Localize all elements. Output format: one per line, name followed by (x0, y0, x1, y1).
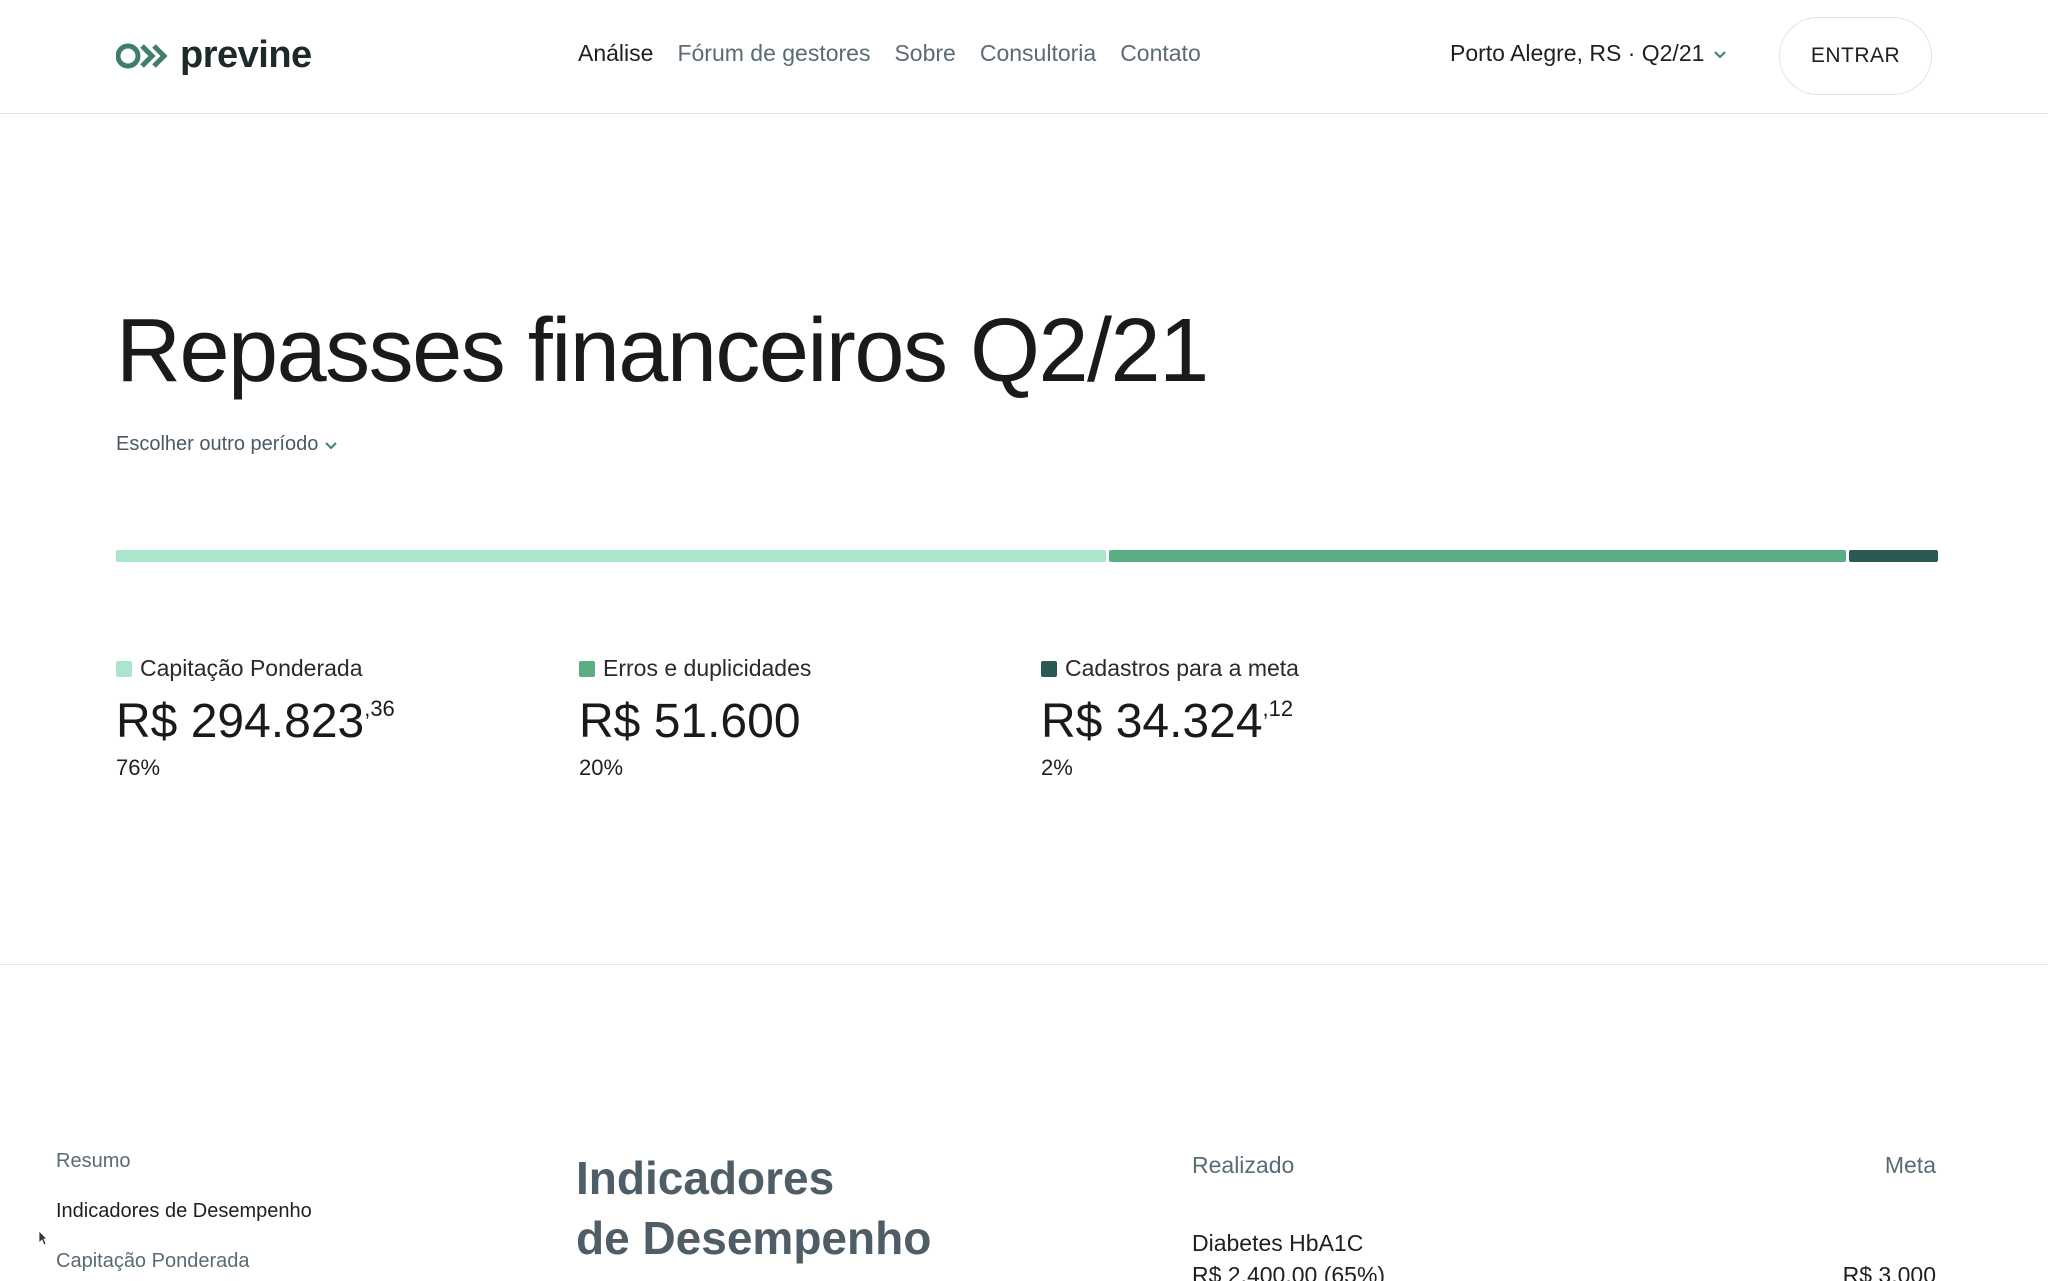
logo-icon (116, 43, 168, 68)
section-divider (0, 964, 2048, 965)
mouse-cursor-icon (38, 1230, 48, 1246)
stat-cents: ,36 (364, 696, 395, 721)
progress-segment-capitacao (116, 550, 1106, 562)
nav-contato[interactable]: Contato (1120, 40, 1201, 67)
sidenav-item-capitacao[interactable]: Capitação Ponderada (56, 1250, 312, 1273)
page-title: Repasses financeiros Q2/21 (116, 301, 1209, 401)
stat-capitacao: Capitação Ponderada R$ 294.823,36 76% (116, 655, 556, 781)
nav-forum-de-gestores[interactable]: Fórum de gestores (677, 40, 870, 67)
stat-value: R$ 34.324 (1041, 695, 1263, 748)
column-realizado: Realizado (1192, 1152, 1295, 1178)
stat-percent: 2% (1041, 755, 1073, 780)
nav-consultoria[interactable]: Consultoria (980, 40, 1096, 67)
chevron-down-icon (325, 441, 338, 449)
logo-text: previne (180, 34, 312, 76)
progress-segment-erros (1108, 550, 1847, 562)
main-nav: Análise Fórum de gestores Sobre Consulto… (578, 40, 1201, 67)
progress-segment-cadastros (1849, 550, 1938, 562)
stat-erros: Erros e duplicidades R$ 51.600 20% (579, 655, 1019, 781)
stat-label: Erros e duplicidades (603, 655, 812, 681)
chevron-down-icon (1714, 50, 1727, 58)
stat-cents: ,12 (1262, 696, 1294, 721)
stat-value: R$ 51.600 (579, 695, 801, 748)
legend-swatch (579, 660, 595, 677)
column-meta: Meta (1884, 1152, 1936, 1178)
section-sidenav: Resumo Indicadores de Desempenho Capitaç… (56, 1150, 312, 1281)
stat-percent: 20% (579, 755, 624, 780)
sidenav-item-resumo[interactable]: Resumo (56, 1150, 312, 1173)
stat-label: Cadastros para a meta (1065, 655, 1299, 681)
section-title: Indicadores de Desempenho (576, 1148, 1096, 1268)
top-header: previne Análise Fórum de gestores Sobre … (0, 0, 2048, 114)
nav-sobre[interactable]: Sobre (894, 40, 955, 67)
sidenav-item-indicadores[interactable]: Indicadores de Desempenho (56, 1200, 312, 1223)
stats-row: Capitação Ponderada R$ 294.823,36 76% Er… (116, 655, 1516, 785)
table-row-realizado: R$ 2.400,00 (65%) (1192, 1262, 1386, 1281)
stat-cadastros: Cadastros para a meta R$ 34.324,12 2% (1041, 655, 1481, 781)
indicators-table-header: Realizado Meta (1192, 1152, 1936, 1179)
section-title-line1: Indicadores (576, 1152, 835, 1204)
section-title-line2: de Desempenho (576, 1212, 932, 1264)
logo[interactable]: previne (116, 34, 312, 77)
stat-value: R$ 294.823 (116, 695, 365, 748)
table-row-title: Diabetes HbA1C (1192, 1230, 1364, 1256)
nav-analise[interactable]: Análise (578, 40, 653, 67)
choose-period-link[interactable]: Escolher outro período (116, 433, 338, 456)
table-row-meta: R$ 3.000 (1842, 1262, 1936, 1281)
legend-swatch (116, 660, 132, 677)
stat-percent: 76% (116, 755, 161, 780)
legend-swatch (1041, 660, 1057, 677)
repasses-progress-bar (116, 550, 1938, 562)
choose-period-label: Escolher outro período (116, 433, 319, 455)
location-label: Porto Alegre, RS · Q2/21 (1450, 40, 1705, 66)
stat-label: Capitação Ponderada (140, 655, 363, 681)
location-selector[interactable]: Porto Alegre, RS · Q2/21 (1450, 40, 1728, 67)
login-button[interactable]: ENTRAR (1779, 17, 1932, 95)
